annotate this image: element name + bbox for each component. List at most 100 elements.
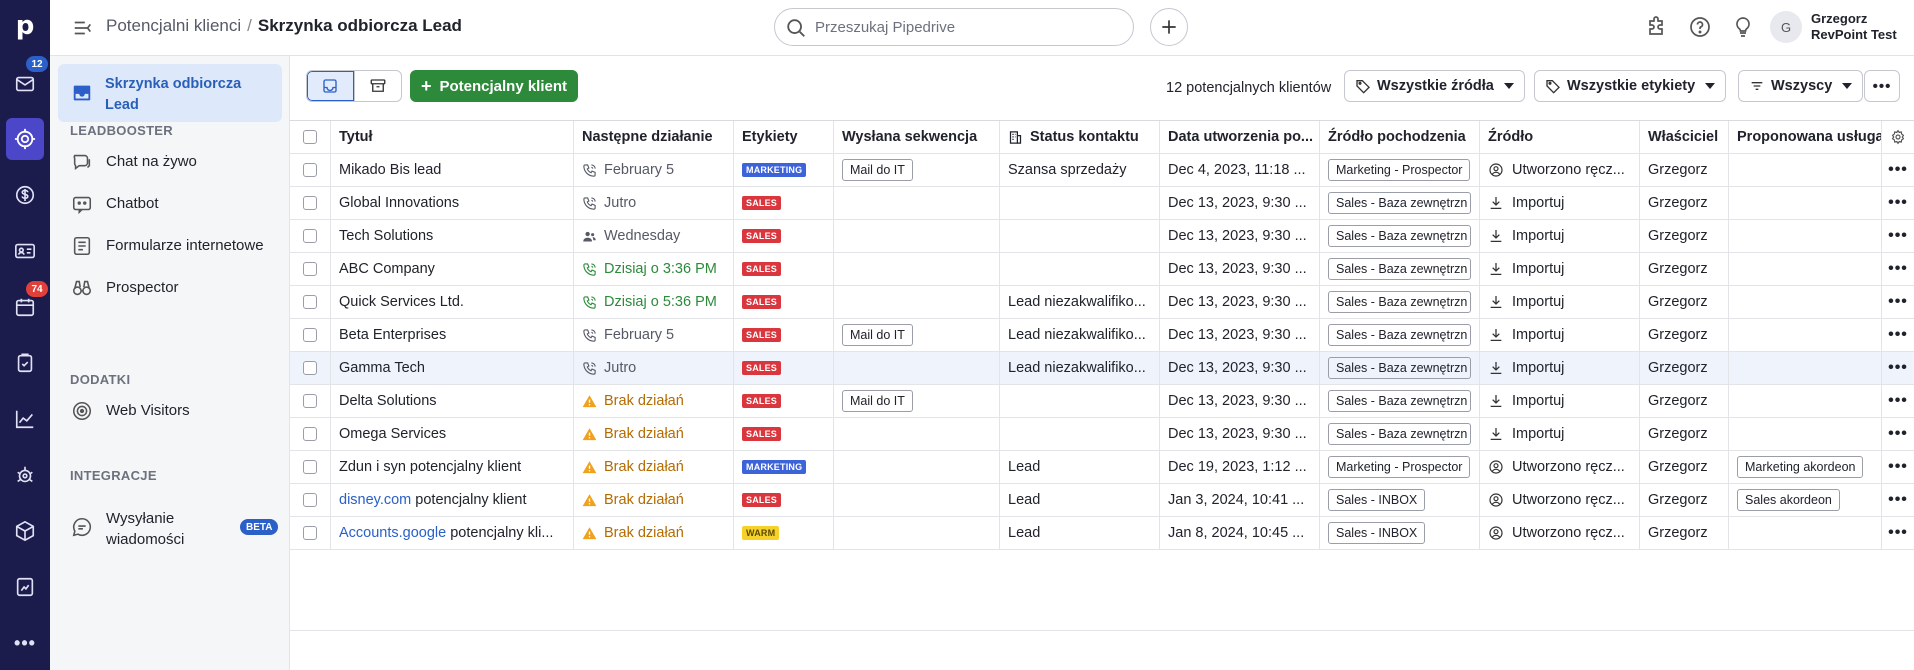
owner[interactable]: Grzegorz bbox=[1648, 525, 1708, 541]
lead-title-link[interactable]: Accounts.google bbox=[339, 525, 446, 541]
row-more-icon[interactable]: ••• bbox=[1888, 326, 1908, 344]
row-checkbox[interactable] bbox=[303, 295, 317, 309]
row-more-icon[interactable]: ••• bbox=[1888, 425, 1908, 443]
lead-title-link[interactable]: disney.com bbox=[339, 492, 411, 508]
sequence-chip[interactable]: Mail do IT bbox=[842, 324, 913, 346]
row-more-icon[interactable]: ••• bbox=[1888, 458, 1908, 476]
side-item-prospector[interactable]: Prospector bbox=[58, 271, 282, 305]
table-row[interactable]: Omega Services Brak działań SALES Dec 13, 2… bbox=[290, 418, 1914, 451]
next-activity[interactable]: Jutro bbox=[582, 195, 636, 211]
table-row[interactable]: Gamma Tech Jutro SALES Lead niezakwalifiko.… bbox=[290, 352, 1914, 385]
gear-icon[interactable] bbox=[1890, 129, 1906, 145]
filter-sources-dropdown[interactable]: Wszystkie źródła bbox=[1344, 70, 1525, 102]
avatar[interactable]: G bbox=[1770, 11, 1802, 43]
lead-title[interactable]: Global Innovations bbox=[339, 195, 459, 211]
column-header-contact-status[interactable]: Status kontaktu bbox=[1000, 121, 1160, 153]
deals-nav-button[interactable] bbox=[0, 173, 50, 217]
more-icon[interactable]: ••• bbox=[0, 621, 50, 665]
next-activity[interactable]: Brak działań bbox=[582, 492, 684, 508]
owner[interactable]: Grzegorz bbox=[1648, 195, 1708, 211]
collapse-menu-icon[interactable] bbox=[72, 17, 94, 39]
owner[interactable]: Grzegorz bbox=[1648, 327, 1708, 343]
origin-chip[interactable]: Sales - Baza zewnętrzn bbox=[1328, 291, 1471, 313]
side-item-web-visitors[interactable]: Web Visitors bbox=[58, 394, 282, 428]
owner[interactable]: Grzegorz bbox=[1648, 162, 1708, 178]
leads-nav-button[interactable] bbox=[6, 118, 44, 160]
insights-nav-button[interactable] bbox=[0, 397, 50, 441]
row-checkbox[interactable] bbox=[303, 460, 317, 474]
table-row[interactable]: Global Innovations Jutro SALES Dec 13, 2023… bbox=[290, 187, 1914, 220]
pipedrive-logo[interactable]: p bbox=[0, 0, 50, 52]
owner[interactable]: Grzegorz bbox=[1648, 459, 1708, 475]
lead-title[interactable]: ABC Company bbox=[339, 261, 435, 277]
inbox-view-button[interactable] bbox=[307, 71, 354, 101]
row-more-icon[interactable]: ••• bbox=[1888, 392, 1908, 410]
lead-title[interactable]: Delta Solutions bbox=[339, 393, 437, 409]
lead-title[interactable]: Mikado Bis lead bbox=[339, 162, 441, 178]
lightbulb-icon[interactable] bbox=[1731, 15, 1755, 39]
owner[interactable]: Grzegorz bbox=[1648, 294, 1708, 310]
column-header-title[interactable]: Tytuł bbox=[331, 121, 574, 153]
row-more-icon[interactable]: ••• bbox=[1888, 260, 1908, 278]
column-header-source[interactable]: Źródło bbox=[1480, 121, 1640, 153]
owner[interactable]: Grzegorz bbox=[1648, 426, 1708, 442]
row-more-icon[interactable]: ••• bbox=[1888, 227, 1908, 245]
help-icon[interactable] bbox=[1688, 15, 1712, 39]
row-more-icon[interactable]: ••• bbox=[1888, 359, 1908, 377]
owner[interactable]: Grzegorz bbox=[1648, 393, 1708, 409]
search-input[interactable] bbox=[815, 15, 1115, 39]
column-header-owner[interactable]: Właściciel bbox=[1640, 121, 1729, 153]
table-row[interactable]: ABC Company Dzisiaj o 3:36 PM SALES Dec 13,… bbox=[290, 253, 1914, 286]
next-activity[interactable]: February 5 bbox=[582, 327, 674, 343]
table-row[interactable]: Quick Services Ltd. Dzisiaj o 5:36 PM SALE… bbox=[290, 286, 1914, 319]
table-row[interactable]: Beta Enterprises February 5 SALES Mail do I… bbox=[290, 319, 1914, 352]
row-checkbox[interactable] bbox=[303, 394, 317, 408]
owner[interactable]: Grzegorz bbox=[1648, 360, 1708, 376]
table-row[interactable]: Tech Solutions Wednesday SALES Dec 13, 2023… bbox=[290, 220, 1914, 253]
next-activity[interactable]: Brak działań bbox=[582, 459, 684, 475]
origin-chip[interactable]: Sales - INBOX bbox=[1328, 489, 1426, 511]
next-activity[interactable]: February 5 bbox=[582, 162, 674, 178]
lead-title[interactable]: Zdun i syn potencjalny klient bbox=[339, 459, 521, 475]
row-more-icon[interactable]: ••• bbox=[1888, 491, 1908, 509]
column-header-sequence[interactable]: Wysłana sekwencja bbox=[834, 121, 1000, 153]
filter-owner-dropdown[interactable]: Wszyscy bbox=[1738, 70, 1864, 102]
next-activity[interactable]: Jutro bbox=[582, 360, 636, 376]
puzzle-icon[interactable] bbox=[1645, 15, 1669, 39]
origin-chip[interactable]: Sales - Baza zewnętrzn bbox=[1328, 390, 1471, 412]
row-more-icon[interactable]: ••• bbox=[1888, 161, 1908, 179]
sequence-chip[interactable]: Mail do IT bbox=[842, 159, 913, 181]
tasks-nav-button[interactable] bbox=[0, 341, 50, 385]
table-row[interactable]: Zdun i syn potencjalny klient Brak działa… bbox=[290, 451, 1914, 484]
lead-title[interactable]: Beta Enterprises bbox=[339, 327, 446, 343]
origin-chip[interactable]: Sales - Baza zewnętrzn bbox=[1328, 258, 1471, 280]
sequence-chip[interactable]: Mail do IT bbox=[842, 390, 913, 412]
next-activity[interactable]: Brak działań bbox=[582, 525, 684, 541]
row-checkbox[interactable] bbox=[303, 262, 317, 276]
origin-chip[interactable]: Sales - INBOX bbox=[1328, 522, 1426, 544]
side-item-lead-inbox[interactable]: Skrzynka odbiorcza Lead bbox=[58, 64, 282, 122]
lead-title[interactable]: potencjalny kli... bbox=[446, 525, 553, 541]
archive-view-button[interactable] bbox=[353, 71, 402, 101]
products-nav-button[interactable] bbox=[0, 509, 50, 553]
documents-nav-button[interactable] bbox=[0, 565, 50, 609]
add-lead-button[interactable]: + Potencjalny klient bbox=[410, 70, 578, 102]
column-header-origin[interactable]: Źródło pochodzenia bbox=[1320, 121, 1480, 153]
origin-chip[interactable]: Sales - Baza zewnętrzn bbox=[1328, 324, 1471, 346]
owner[interactable]: Grzegorz bbox=[1648, 228, 1708, 244]
service-chip[interactable]: Sales akordeon bbox=[1737, 489, 1840, 511]
side-item-web-forms[interactable]: Formularze internetowe bbox=[58, 229, 282, 263]
user-info[interactable]: Grzegorz RevPoint Test bbox=[1811, 11, 1897, 43]
next-activity[interactable]: Wednesday bbox=[582, 228, 680, 244]
origin-chip[interactable]: Sales - Baza zewnętrzn bbox=[1328, 357, 1471, 379]
row-checkbox[interactable] bbox=[303, 361, 317, 375]
next-activity[interactable]: Dzisiaj o 5:36 PM bbox=[582, 294, 717, 310]
side-item-messaging[interactable]: Wysyłanie wiadomości BETA bbox=[58, 504, 282, 550]
more-options-button[interactable]: ••• bbox=[1864, 70, 1900, 102]
row-checkbox[interactable] bbox=[303, 163, 317, 177]
next-activity[interactable]: Brak działań bbox=[582, 393, 684, 409]
quick-add-button[interactable] bbox=[1150, 8, 1188, 46]
origin-chip[interactable]: Sales - Baza zewnętrzn bbox=[1328, 225, 1471, 247]
table-row[interactable]: Mikado Bis lead February 5 MARKETING Mail d… bbox=[290, 154, 1914, 187]
lead-title[interactable]: Quick Services Ltd. bbox=[339, 294, 464, 310]
